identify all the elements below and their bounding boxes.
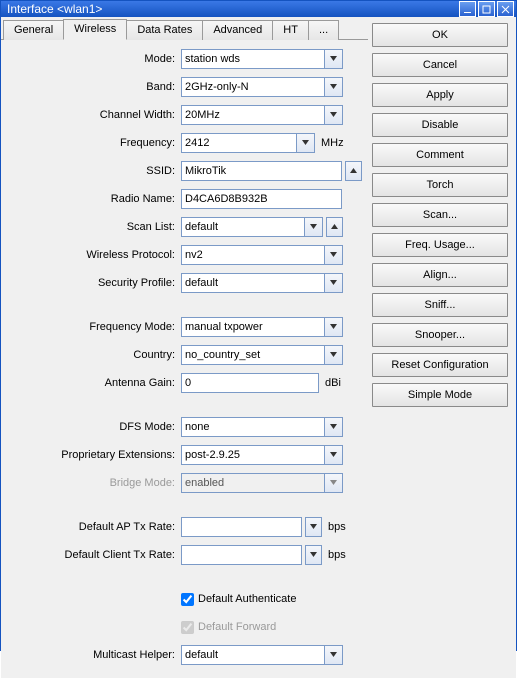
scan-list-select[interactable] [181, 217, 323, 237]
label-ssid: SSID: [7, 165, 181, 177]
chevron-down-icon[interactable] [324, 246, 342, 264]
unit-bps: bps [328, 549, 346, 561]
close-icon[interactable] [497, 1, 514, 17]
proprietary-extensions-select[interactable] [181, 445, 343, 465]
chevron-down-icon[interactable] [324, 274, 342, 292]
mode-select[interactable] [181, 49, 343, 69]
chevron-down-icon[interactable] [324, 418, 342, 436]
tab-general[interactable]: General [3, 20, 64, 40]
country-select[interactable] [181, 345, 343, 365]
tab-data-rates[interactable]: Data Rates [126, 20, 203, 40]
unit-bps: bps [328, 521, 346, 533]
reset-configuration-button[interactable]: Reset Configuration [372, 353, 508, 377]
chevron-down-icon[interactable] [324, 646, 342, 664]
radio-name-input[interactable] [181, 189, 342, 209]
torch-button[interactable]: Torch [372, 173, 508, 197]
label-scan-list: Scan List: [7, 221, 181, 233]
channel-width-select[interactable] [181, 105, 343, 125]
security-profile-select[interactable] [181, 273, 343, 293]
band-select[interactable] [181, 77, 343, 97]
simple-mode-button[interactable]: Simple Mode [372, 383, 508, 407]
label-security-profile: Security Profile: [7, 277, 181, 289]
label-proprietary-extensions: Proprietary Extensions: [7, 449, 181, 461]
label-band: Band: [7, 81, 181, 93]
align-button[interactable]: Align... [372, 263, 508, 287]
titlebar: Interface <wlan1> [1, 1, 516, 17]
chevron-down-icon [324, 474, 342, 492]
label-channel-width: Channel Width: [7, 109, 181, 121]
label-bridge-mode: Bridge Mode: [7, 477, 181, 489]
interface-window: Interface <wlan1> General Wireless Data … [0, 0, 517, 651]
comment-button[interactable]: Comment [372, 143, 508, 167]
label-dfs-mode: DFS Mode: [7, 421, 181, 433]
cancel-button[interactable]: Cancel [372, 53, 508, 77]
label-frequency: Frequency: [7, 137, 181, 149]
chevron-down-icon[interactable] [324, 50, 342, 68]
client-tx-rate-input[interactable] [181, 545, 302, 565]
label-frequency-mode: Frequency Mode: [7, 321, 181, 333]
tab-wireless[interactable]: Wireless [63, 19, 127, 40]
chevron-down-icon[interactable] [304, 218, 322, 236]
expand-icon[interactable] [305, 545, 322, 565]
bridge-mode-select [181, 473, 343, 493]
label-ap-tx-rate: Default AP Tx Rate: [7, 521, 181, 533]
minimize-icon[interactable] [459, 1, 476, 17]
window-title: Interface <wlan1> [7, 2, 102, 16]
unit-mhz: MHz [321, 137, 344, 149]
expand-icon[interactable] [305, 517, 322, 537]
tabbar: General Wireless Data Rates Advanced HT … [1, 17, 368, 40]
ok-button[interactable]: OK [372, 23, 508, 47]
freq-usage-button[interactable]: Freq. Usage... [372, 233, 508, 257]
wireless-protocol-select[interactable] [181, 245, 343, 265]
default-authenticate-checkbox[interactable]: Default Authenticate [181, 593, 296, 606]
collapse-icon[interactable] [326, 217, 343, 237]
unit-dbi: dBi [325, 377, 341, 389]
label-wireless-protocol: Wireless Protocol: [7, 249, 181, 261]
ssid-input[interactable] [181, 161, 342, 181]
chevron-down-icon[interactable] [324, 106, 342, 124]
frequency-select[interactable] [181, 133, 315, 153]
frequency-mode-select[interactable] [181, 317, 343, 337]
maximize-icon[interactable] [478, 1, 495, 17]
ap-tx-rate-input[interactable] [181, 517, 302, 537]
disable-button[interactable]: Disable [372, 113, 508, 137]
chevron-down-icon[interactable] [324, 318, 342, 336]
apply-button[interactable]: Apply [372, 83, 508, 107]
label-country: Country: [7, 349, 181, 361]
sniff-button[interactable]: Sniff... [372, 293, 508, 317]
label-radio-name: Radio Name: [7, 193, 181, 205]
default-forward-checkbox: Default Forward [181, 621, 276, 634]
chevron-down-icon[interactable] [324, 446, 342, 464]
tab-ht[interactable]: HT [272, 20, 309, 40]
wireless-form: Mode: Band: Channel Width: Frequency: MH… [1, 40, 368, 678]
side-panel: OK Cancel Apply Disable Comment Torch Sc… [368, 17, 516, 678]
tab-advanced[interactable]: Advanced [202, 20, 273, 40]
label-antenna-gain: Antenna Gain: [7, 377, 181, 389]
scan-button[interactable]: Scan... [372, 203, 508, 227]
collapse-icon[interactable] [345, 161, 362, 181]
snooper-button[interactable]: Snooper... [372, 323, 508, 347]
antenna-gain-input[interactable] [181, 373, 319, 393]
chevron-down-icon[interactable] [324, 346, 342, 364]
tab-more[interactable]: ... [308, 20, 339, 40]
chevron-down-icon[interactable] [324, 78, 342, 96]
chevron-down-icon[interactable] [296, 134, 314, 152]
label-client-tx-rate: Default Client Tx Rate: [7, 549, 181, 561]
dfs-mode-select[interactable] [181, 417, 343, 437]
multicast-helper-select[interactable] [181, 645, 343, 665]
label-mode: Mode: [7, 53, 181, 65]
